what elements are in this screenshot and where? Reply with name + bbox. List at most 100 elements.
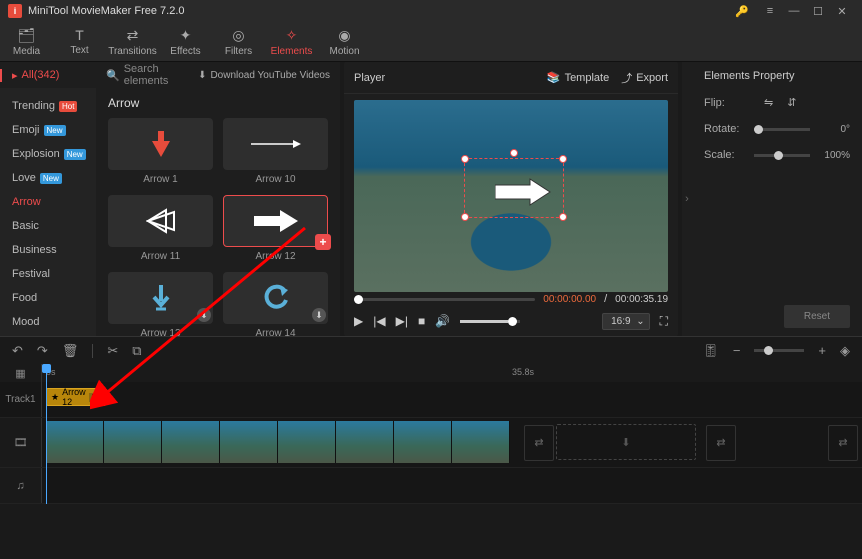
app-logo: i bbox=[8, 4, 22, 18]
minimize-button[interactable]: — bbox=[782, 2, 806, 20]
tab-effects[interactable]: ✦Effects bbox=[159, 22, 212, 61]
fullscreen-button[interactable]: ⛶ bbox=[660, 314, 668, 329]
flip-vertical-button[interactable]: ⇵ bbox=[787, 96, 796, 109]
track1-label: Track1 bbox=[0, 382, 42, 417]
undo-button[interactable]: ↶ bbox=[12, 343, 23, 359]
main-toolbar: 🗂Media TText ⇄Transitions ✦Effects ◎Filt… bbox=[0, 22, 862, 62]
download-badge[interactable]: ⬇ bbox=[312, 308, 326, 322]
element-card[interactable]: Arrow 11 bbox=[108, 195, 213, 262]
zoom-out-button[interactable]: − bbox=[733, 343, 741, 358]
tab-text[interactable]: TText bbox=[53, 22, 106, 61]
reset-button[interactable]: Reset bbox=[784, 305, 850, 328]
element-card[interactable]: Arrow 10 bbox=[223, 118, 328, 185]
properties-panel: Elements Property Flip: ⇋ ⇵ Rotate: 0° S… bbox=[692, 62, 862, 336]
transitions-icon: ⇄ bbox=[127, 27, 139, 44]
maximize-button[interactable]: ☐ bbox=[806, 2, 830, 20]
element-card[interactable]: Arrow 1 bbox=[108, 118, 213, 185]
properties-title: Elements Property bbox=[704, 70, 850, 82]
tab-elements[interactable]: ✧Elements bbox=[265, 22, 318, 61]
search-icon: 🔍 bbox=[106, 69, 120, 82]
add-element-button[interactable]: + bbox=[315, 234, 331, 250]
search-input[interactable]: 🔍Search elements bbox=[96, 63, 198, 87]
download-badge[interactable]: ⬇ bbox=[197, 308, 211, 322]
player-panel: Player 📚Template ⤴Export 00:00:00.00 / 0… bbox=[344, 62, 678, 336]
category-arrow[interactable]: Arrow bbox=[0, 190, 96, 214]
arrow-overlay[interactable] bbox=[495, 177, 555, 207]
tab-filters[interactable]: ◎Filters bbox=[212, 22, 265, 61]
crop-button[interactable]: ⧉ bbox=[132, 343, 141, 359]
rotate-slider[interactable] bbox=[754, 128, 810, 131]
video-track-icon[interactable]: 🎞 bbox=[0, 418, 42, 467]
prev-frame-button[interactable]: |◀ bbox=[373, 314, 385, 328]
player-title: Player bbox=[354, 72, 385, 84]
category-nature[interactable]: Nature bbox=[0, 334, 96, 336]
category-emoji[interactable]: EmojiNew bbox=[0, 118, 96, 142]
tab-motion[interactable]: ◉Motion bbox=[318, 22, 371, 61]
title-bar: i MiniTool MovieMaker Free 7.2.0 🔑 ≡ — ☐… bbox=[0, 0, 862, 22]
element-card[interactable]: ⬇Arrow 13 bbox=[108, 272, 213, 336]
category-mood[interactable]: Mood bbox=[0, 310, 96, 334]
elements-icon: ✧ bbox=[286, 27, 298, 44]
audio-track-icon[interactable]: ♫ bbox=[0, 468, 42, 503]
rotate-label: Rotate: bbox=[704, 123, 746, 135]
tab-transitions[interactable]: ⇄Transitions bbox=[106, 22, 159, 61]
transition-slot-button[interactable]: ⇄ bbox=[706, 425, 736, 461]
template-button[interactable]: 📚Template bbox=[547, 71, 609, 84]
drop-zone[interactable]: ⬇ bbox=[556, 424, 696, 460]
category-business[interactable]: Business bbox=[0, 238, 96, 262]
element-clip[interactable]: ★ Arrow 12 5s bbox=[46, 388, 106, 406]
timeline: ▦ 0s 35.8s Track1 ★ Arrow 12 5s 🎞 ⇄ ⬇ ⇄ … bbox=[0, 364, 862, 504]
scale-value: 100% bbox=[818, 150, 850, 161]
element-card[interactable]: ⬇Arrow 14 bbox=[223, 272, 328, 336]
timeline-ruler[interactable]: 0s 35.8s bbox=[42, 364, 862, 382]
play-button[interactable]: ▶ bbox=[354, 314, 363, 328]
aspect-ratio-select[interactable]: 16:9 ⌄ bbox=[602, 313, 649, 330]
filters-icon: ◎ bbox=[232, 27, 244, 44]
app-title: MiniTool MovieMaker Free 7.2.0 bbox=[28, 5, 730, 17]
zoom-in-button[interactable]: + bbox=[818, 343, 826, 358]
timeline-toolbar: ↶ ↷ 🗑 ✂ ⧉ 🎚 − + ◈ bbox=[0, 336, 862, 364]
category-basic[interactable]: Basic bbox=[0, 214, 96, 238]
audio-tool-button[interactable]: 🎚 bbox=[702, 343, 719, 359]
stack-icon: 📚 bbox=[547, 71, 561, 84]
category-explosion[interactable]: ExplosionNew bbox=[0, 142, 96, 166]
license-key-icon[interactable]: 🔑 bbox=[730, 2, 754, 20]
category-food[interactable]: Food bbox=[0, 286, 96, 310]
export-button[interactable]: ⤴Export bbox=[621, 70, 668, 86]
transition-slot-button[interactable]: ⇄ bbox=[828, 425, 858, 461]
text-icon: T bbox=[75, 27, 84, 43]
redo-button[interactable]: ↷ bbox=[37, 343, 48, 359]
panel-collapse-button[interactable]: › bbox=[682, 62, 692, 336]
stop-button[interactable]: ■ bbox=[418, 314, 425, 328]
element-card[interactable]: +Arrow 12 bbox=[223, 195, 328, 262]
tab-media[interactable]: 🗂Media bbox=[0, 22, 53, 61]
playhead[interactable] bbox=[46, 364, 47, 504]
split-button[interactable]: ✂ bbox=[107, 343, 118, 359]
export-icon: ⤴ bbox=[621, 70, 632, 86]
close-button[interactable]: ✕ bbox=[830, 2, 854, 20]
flip-horizontal-button[interactable]: ⇋ bbox=[764, 96, 773, 109]
element-label: Arrow 11 bbox=[141, 251, 180, 262]
menu-icon[interactable]: ≡ bbox=[758, 2, 782, 20]
volume-slider[interactable] bbox=[460, 320, 520, 323]
rotate-value: 0° bbox=[818, 124, 850, 135]
delete-button[interactable]: 🗑 bbox=[62, 343, 79, 359]
download-youtube-button[interactable]: ⬇Download YouTube Videos bbox=[198, 70, 340, 81]
category-trending[interactable]: TrendingHot bbox=[0, 94, 96, 118]
zoom-fit-button[interactable]: ◈ bbox=[840, 343, 850, 359]
scale-slider[interactable] bbox=[754, 154, 810, 157]
transition-slot-button[interactable]: ⇄ bbox=[524, 425, 554, 461]
element-label: Arrow 10 bbox=[255, 174, 295, 185]
next-frame-button[interactable]: ▶| bbox=[396, 314, 408, 328]
audio-track[interactable] bbox=[42, 468, 862, 503]
progress-bar[interactable]: 00:00:00.00 / 00:00:35.19 bbox=[344, 292, 678, 306]
volume-icon[interactable]: 🔊 bbox=[435, 314, 450, 328]
library-all-tab[interactable]: ▸ All(342) bbox=[0, 69, 96, 82]
video-clip[interactable] bbox=[46, 421, 510, 463]
category-festival[interactable]: Festival bbox=[0, 262, 96, 286]
star-icon: ★ bbox=[51, 392, 59, 403]
preview-track-icon[interactable]: ▦ bbox=[0, 364, 42, 382]
preview-canvas[interactable] bbox=[354, 100, 668, 292]
zoom-slider[interactable] bbox=[754, 349, 804, 352]
category-love[interactable]: LoveNew bbox=[0, 166, 96, 190]
